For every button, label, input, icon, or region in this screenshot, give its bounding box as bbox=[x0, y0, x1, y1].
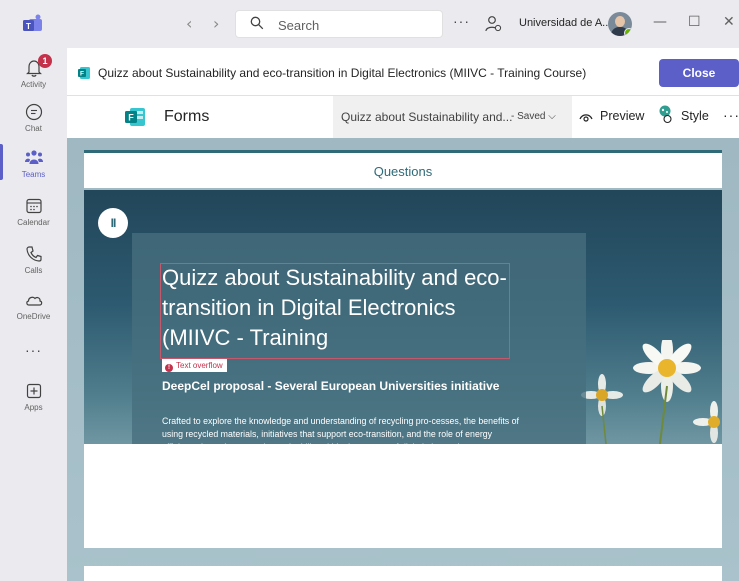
form-header-footer bbox=[84, 444, 722, 548]
organization-name[interactable]: Universidad de A... bbox=[519, 17, 611, 29]
tab-questions[interactable]: Questions bbox=[84, 150, 722, 188]
question-card[interactable] bbox=[84, 566, 722, 581]
calendar-icon bbox=[25, 198, 42, 214]
forms-toolbar: F Forms Quizz about Sustainability and..… bbox=[67, 96, 739, 138]
forms-app-icon: F bbox=[78, 67, 90, 79]
close-window-icon[interactable]: ✕ bbox=[723, 14, 735, 30]
minimize-icon[interactable]: — bbox=[653, 14, 667, 30]
palette-icon[interactable] bbox=[657, 105, 673, 125]
rail-item-label: Calendar bbox=[17, 218, 50, 227]
error-icon: ! bbox=[165, 364, 173, 372]
search-placeholder: Search bbox=[278, 18, 320, 33]
more-options-icon[interactable]: ··· bbox=[723, 107, 739, 123]
activity-badge: 1 bbox=[38, 54, 52, 68]
available-status-icon bbox=[624, 28, 632, 36]
form-title-card[interactable]: Quizz about Sustainability and eco-trans… bbox=[132, 233, 586, 444]
title-bar: T ‹ › Search ··· Universidad de A... — ☐… bbox=[0, 0, 739, 48]
document-title[interactable]: Quizz about Sustainability and... bbox=[341, 110, 512, 124]
rail-item-calendar[interactable]: Calendar bbox=[0, 196, 67, 227]
rail-item-apps[interactable]: Apps bbox=[0, 381, 67, 412]
tab-label: Questions bbox=[373, 164, 433, 179]
teams-logo-icon[interactable]: T bbox=[22, 14, 44, 34]
forms-app-name: Forms bbox=[164, 108, 210, 125]
rail-item-activity[interactable]: 1 Activity bbox=[0, 54, 67, 89]
daisy-flowers-image bbox=[581, 340, 720, 444]
close-button[interactable]: Close bbox=[659, 59, 739, 87]
form-editor: Questions II Quizz about Sustainability … bbox=[67, 138, 739, 581]
form-header-banner: II Quizz about Sustainability and eco-tr… bbox=[84, 190, 722, 444]
plus-square-icon bbox=[26, 383, 41, 399]
document-title-area[interactable]: Quizz about Sustainability and... - Save… bbox=[333, 96, 572, 138]
more-options-icon[interactable]: ··· bbox=[453, 13, 470, 29]
text-overflow-warning: ! Text overflow bbox=[162, 359, 227, 372]
rail-item-label: Apps bbox=[24, 403, 43, 412]
form-title[interactable]: Quizz about Sustainability and eco-trans… bbox=[162, 263, 512, 353]
forms-logo-icon: F bbox=[125, 108, 145, 126]
svg-text:T: T bbox=[26, 22, 31, 31]
rail-item-more[interactable]: ··· bbox=[0, 340, 67, 358]
rail-item-calls[interactable]: Calls bbox=[0, 244, 67, 275]
pause-button[interactable]: II bbox=[98, 208, 128, 238]
rail-item-chat[interactable]: Chat bbox=[0, 102, 67, 133]
app-header: F Quizz about Sustainability and eco-tra… bbox=[67, 48, 739, 96]
saved-status-dropdown[interactable]: - Saved ⌵ bbox=[511, 111, 556, 122]
form-description[interactable]: Crafted to explore the knowledge and und… bbox=[162, 415, 522, 444]
app-title: Quizz about Sustainability and eco-trans… bbox=[98, 66, 587, 80]
more-icon: ··· bbox=[25, 342, 42, 358]
svg-text:F: F bbox=[128, 113, 134, 123]
rail-item-onedrive[interactable]: OneDrive bbox=[0, 290, 67, 321]
svg-text:F: F bbox=[80, 71, 84, 78]
search-input[interactable]: Search bbox=[235, 10, 443, 38]
chat-icon bbox=[25, 103, 42, 121]
teams-icon bbox=[24, 150, 43, 164]
phone-icon bbox=[25, 246, 42, 262]
back-arrow-icon[interactable]: ‹ bbox=[186, 14, 192, 33]
rail-item-label: Teams bbox=[21, 170, 46, 179]
rail-item-label: OneDrive bbox=[16, 312, 51, 321]
people-icon[interactable] bbox=[484, 15, 502, 33]
user-avatar[interactable] bbox=[608, 12, 632, 36]
style-button[interactable]: Style bbox=[681, 109, 709, 123]
rail-item-label: Calls bbox=[24, 266, 43, 275]
forward-arrow-icon[interactable]: › bbox=[213, 14, 219, 33]
rail-item-label: Chat bbox=[25, 124, 42, 133]
form-subtitle[interactable]: DeepCel proposal - Several European Univ… bbox=[162, 379, 499, 393]
preview-button[interactable]: Preview bbox=[600, 109, 644, 123]
rail-item-teams[interactable]: Teams bbox=[0, 148, 67, 179]
maximize-icon[interactable]: ☐ bbox=[688, 14, 701, 30]
rail-item-label: Activity bbox=[20, 80, 47, 89]
overflow-label: Text overflow bbox=[176, 361, 223, 370]
eye-icon bbox=[579, 114, 593, 122]
search-icon bbox=[250, 16, 264, 30]
app-rail: 1 Activity Chat Teams Calendar Calls One… bbox=[0, 48, 67, 581]
cloud-icon bbox=[25, 296, 42, 306]
